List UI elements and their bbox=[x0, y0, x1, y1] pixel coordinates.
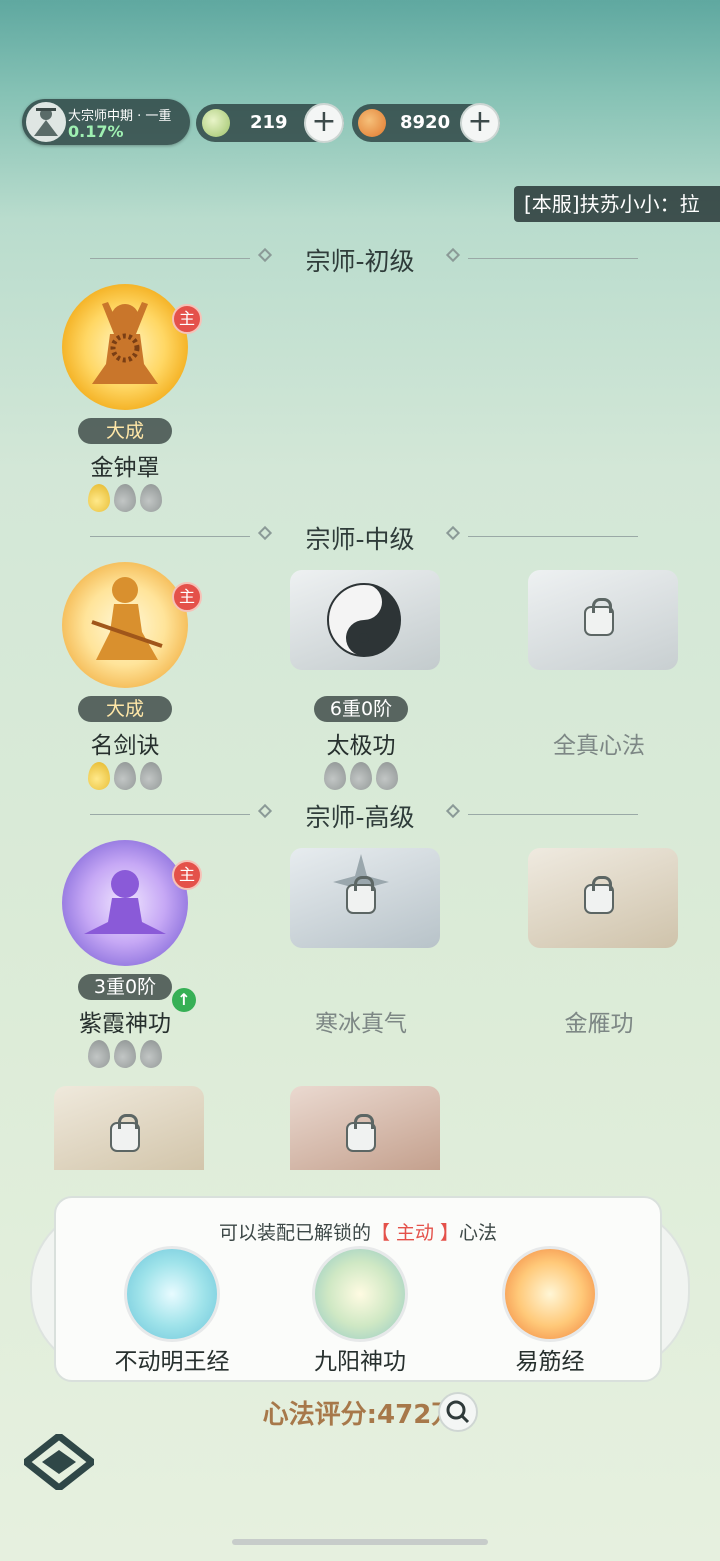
main-tag: 主 bbox=[172, 860, 202, 890]
skill-drops bbox=[86, 484, 166, 514]
main-tag: 主 bbox=[172, 304, 202, 334]
skill-name: 金雁功 bbox=[564, 1011, 634, 1037]
skill-taijigong[interactable]: 6重0阶 太极功 bbox=[276, 562, 446, 792]
currency-coin: 8920 + bbox=[352, 103, 500, 143]
golden-bell-icon bbox=[62, 284, 188, 410]
skill-locked-partial[interactable] bbox=[276, 1078, 446, 1170]
lock-icon bbox=[110, 1114, 140, 1152]
section-title: 宗师-中级 bbox=[305, 525, 415, 554]
skill-level-badge: 大成 bbox=[78, 418, 172, 444]
divider bbox=[468, 536, 638, 537]
grey-drop-icon bbox=[140, 484, 162, 512]
rank-progress: 0.17% bbox=[68, 122, 124, 141]
rank-status[interactable]: 大宗师中期 · 一重 0.17% bbox=[22, 99, 190, 145]
lock-icon bbox=[346, 876, 376, 914]
skill-level-badge: 3重0阶 bbox=[78, 974, 172, 1000]
skill-hanbing[interactable]: 寒冰真气 bbox=[276, 840, 446, 1070]
meditation-icon bbox=[312, 1246, 408, 1342]
meditation-icon bbox=[62, 840, 188, 966]
equip-slot-budong[interactable]: 不动明王经 bbox=[115, 1246, 230, 1376]
equip-slot-name: 不动明王经 bbox=[114, 1349, 230, 1375]
skill-name: 名剑诀 bbox=[90, 733, 160, 759]
skill-level-badge: 6重0阶 bbox=[314, 696, 408, 722]
jade-value: 219 bbox=[250, 112, 288, 133]
equip-hint: 可以装配已解锁的【 主动 】心法 bbox=[56, 1218, 660, 1245]
skill-jinyan[interactable]: 金雁功 bbox=[514, 840, 684, 1070]
main-tag: 主 bbox=[172, 582, 202, 612]
grey-drop-icon bbox=[88, 1040, 110, 1068]
skill-name: 金钟罩 bbox=[90, 455, 160, 481]
upgrade-arrow-icon: ↑ bbox=[172, 988, 196, 1012]
skill-drops bbox=[86, 762, 166, 792]
skill-level-badge: 大成 bbox=[78, 696, 172, 722]
grey-drop-icon bbox=[140, 762, 162, 790]
mind-method-score: 心法评分:472万 bbox=[262, 1400, 458, 1430]
sword-master-icon bbox=[62, 562, 188, 688]
fire-monk-icon bbox=[502, 1246, 598, 1342]
taiji-icon bbox=[326, 582, 402, 658]
skill-drops bbox=[322, 762, 402, 792]
master-avatar-icon bbox=[26, 102, 66, 142]
section-header-beginner: 宗师-初级 bbox=[0, 240, 720, 276]
equip-slot-jiuyang[interactable]: 九阳神功 bbox=[310, 1246, 410, 1376]
taiji-coin-icon bbox=[358, 109, 386, 137]
skill-zixia[interactable]: 主 3重0阶 紫霞神功 ↑ bbox=[40, 840, 210, 1070]
divider bbox=[468, 258, 638, 259]
skill-mingjianjue[interactable]: 主 大成 名剑诀 bbox=[40, 562, 210, 792]
skill-quanzhen[interactable]: 全真心法 bbox=[514, 562, 684, 792]
server-broadcast: [本服]扶苏小小：拉 bbox=[514, 186, 720, 222]
section-title: 宗师-初级 bbox=[305, 247, 415, 276]
gold-drop-icon bbox=[88, 484, 110, 512]
grey-drop-icon bbox=[324, 762, 346, 790]
grey-drop-icon bbox=[114, 762, 136, 790]
jade-drop-icon bbox=[202, 109, 230, 137]
skill-name: 寒冰真气 bbox=[315, 1011, 407, 1037]
grey-drop-icon bbox=[376, 762, 398, 790]
section-title: 宗师-高级 bbox=[305, 803, 415, 832]
add-jade-button[interactable]: + bbox=[304, 103, 344, 143]
home-indicator[interactable] bbox=[232, 1539, 488, 1545]
grey-drop-icon bbox=[140, 1040, 162, 1068]
grey-drop-icon bbox=[114, 484, 136, 512]
section-header-intermediate: 宗师-中级 bbox=[0, 518, 720, 554]
skill-name: 太极功 bbox=[326, 733, 396, 759]
grey-drop-icon bbox=[114, 1040, 136, 1068]
gold-drop-icon bbox=[88, 762, 110, 790]
lock-icon bbox=[346, 1114, 376, 1152]
add-coin-button[interactable]: + bbox=[460, 103, 500, 143]
lock-icon bbox=[584, 598, 614, 636]
skill-locked-partial[interactable] bbox=[40, 1078, 210, 1170]
equip-hint-highlight: 【 主动 】 bbox=[370, 1222, 460, 1244]
section-header-advanced: 宗师-高级 bbox=[0, 796, 720, 832]
skill-jinzhongzhao[interactable]: 主 大成 金钟罩 bbox=[40, 284, 210, 514]
martial-stance-icon bbox=[124, 1246, 220, 1342]
equip-hint-prefix: 可以装配已解锁的 bbox=[218, 1222, 371, 1244]
equip-panel: 可以装配已解锁的【 主动 】心法 不动明王经 九阳神功 易筋经 bbox=[54, 1196, 662, 1382]
coin-value: 8920 bbox=[400, 112, 451, 133]
currency-jade: 219 + bbox=[196, 103, 344, 143]
equip-hint-suffix: 心法 bbox=[459, 1222, 498, 1244]
divider bbox=[468, 814, 638, 815]
equip-slot-name: 易筋经 bbox=[515, 1349, 585, 1375]
search-icon bbox=[446, 1400, 470, 1424]
skill-name: 全真心法 bbox=[553, 733, 645, 759]
grey-drop-icon bbox=[350, 762, 372, 790]
skill-drops bbox=[86, 1040, 166, 1070]
score-detail-button[interactable] bbox=[438, 1392, 478, 1432]
equip-slot-yijin[interactable]: 易筋经 bbox=[500, 1246, 600, 1376]
lock-icon bbox=[584, 876, 614, 914]
menu-logo-icon[interactable] bbox=[20, 1431, 98, 1493]
equip-slot-name: 九阳神功 bbox=[314, 1349, 406, 1375]
